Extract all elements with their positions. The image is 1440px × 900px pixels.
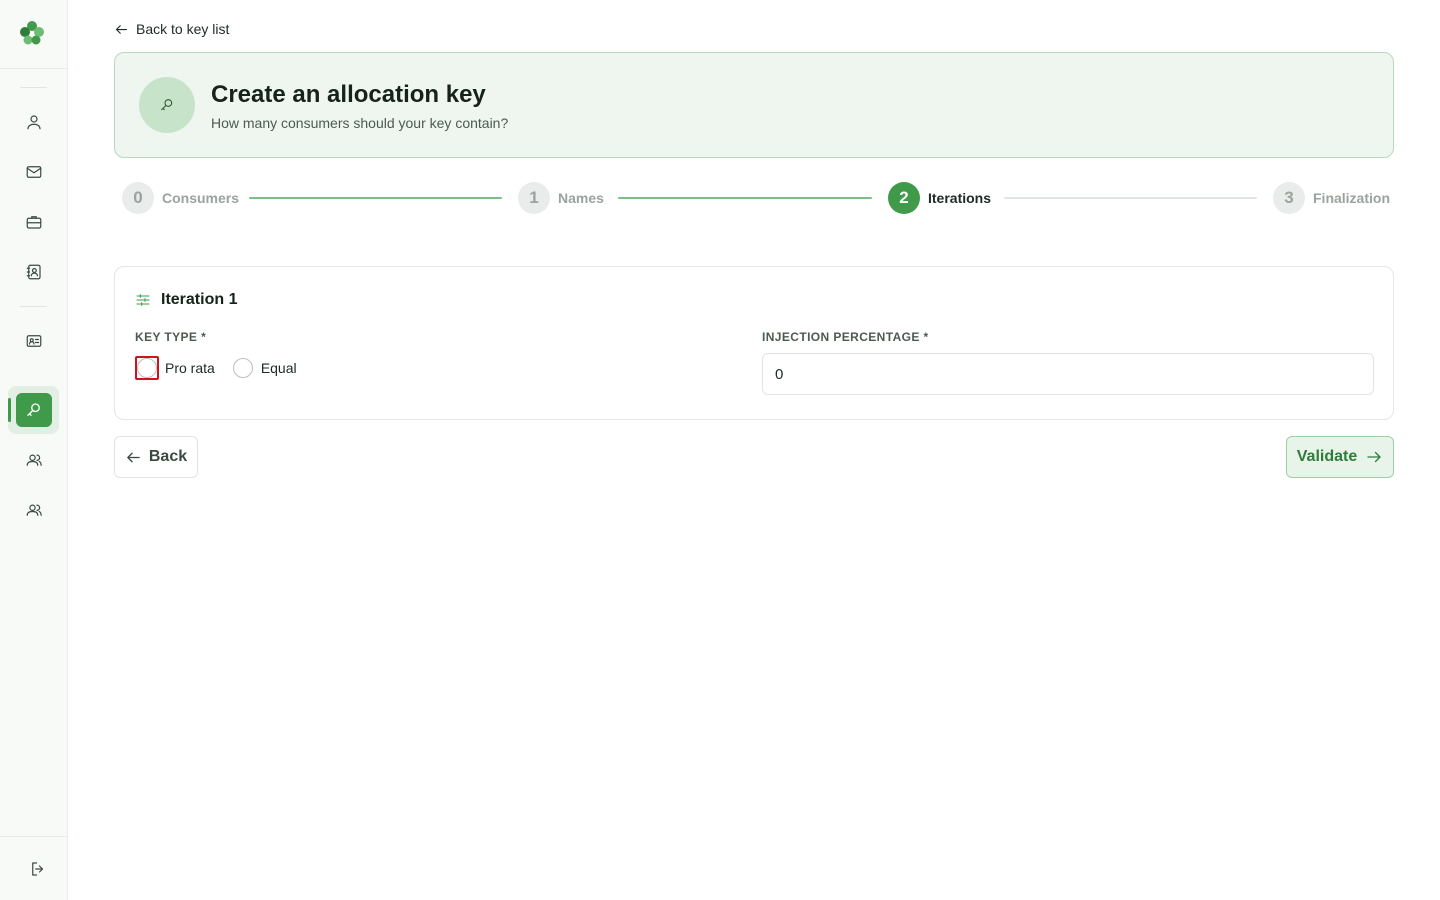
step-number: 2 — [888, 182, 920, 214]
arrow-right-icon — [1367, 451, 1381, 463]
sidebar-item-id-card[interactable] — [20, 327, 48, 355]
validate-button-label: Validate — [1296, 448, 1358, 465]
page-title: Create an allocation key — [211, 81, 486, 108]
iteration-title-label: Iteration 1 — [161, 291, 238, 308]
sidebar-divider — [0, 836, 68, 837]
focus-outline — [135, 356, 159, 380]
radio-button[interactable] — [232, 358, 253, 378]
back-button[interactable]: Back — [114, 436, 198, 478]
user-icon — [27, 115, 41, 130]
page-subtitle: How many consumers should your key conta… — [211, 115, 509, 131]
clover-logo-icon[interactable] — [17, 18, 47, 48]
sliders-icon — [136, 294, 150, 306]
step-connector — [1004, 197, 1257, 199]
iteration-card: Iteration 1 KEY TYPE * Pro rata Equal IN… — [114, 266, 1394, 420]
back-link-label: Back to key list — [136, 21, 230, 37]
step-number: 3 — [1273, 182, 1305, 214]
radio-label: Pro rata — [165, 360, 215, 376]
logout-icon — [32, 862, 44, 876]
key-type-radio-group: Pro rata Equal — [135, 356, 313, 380]
back-button-label: Back — [148, 448, 188, 465]
step-consumers[interactable]: 0 Consumers — [122, 182, 239, 214]
step-names[interactable]: 1 Names — [518, 182, 604, 214]
step-connector — [249, 197, 502, 199]
mail-icon — [26, 166, 42, 178]
step-label: Finalization — [1313, 190, 1390, 206]
validate-button[interactable]: Validate — [1286, 436, 1394, 478]
logout-button[interactable] — [24, 855, 52, 883]
sidebar-active-indicator — [8, 398, 11, 422]
step-iterations[interactable]: 2 Iterations — [888, 182, 991, 214]
sidebar-divider — [20, 87, 47, 88]
arrow-left-icon — [127, 452, 140, 462]
sidebar-item-contacts[interactable] — [20, 258, 48, 286]
sidebar-item-users[interactable] — [20, 446, 48, 474]
stepper: 0 Consumers 1 Names 2 Iterations 3 Final… — [114, 182, 1394, 216]
radio-equal[interactable]: Equal — [231, 356, 297, 380]
users-icon — [26, 454, 42, 466]
page-header-card: Create an allocation key How many consum… — [114, 52, 1394, 158]
step-label: Consumers — [162, 190, 240, 206]
injection-percentage-input[interactable]: 0 — [762, 353, 1374, 395]
id-card-icon — [26, 335, 42, 347]
step-label: Names — [558, 190, 604, 206]
step-connector — [618, 197, 872, 199]
contact-book-icon — [26, 264, 41, 280]
sidebar-divider — [0, 68, 68, 69]
sidebar-item-allocation-keys[interactable] — [16, 393, 52, 427]
step-number: 0 — [122, 182, 154, 214]
arrow-left-icon — [115, 24, 128, 34]
iteration-title: Iteration 1 — [135, 291, 237, 309]
radio-wrapper — [231, 356, 255, 380]
sidebar — [0, 0, 68, 900]
sidebar-item-briefcase[interactable] — [20, 208, 48, 236]
step-finalization[interactable]: 3 Finalization — [1273, 182, 1390, 214]
sidebar-item-user[interactable] — [20, 108, 48, 136]
sidebar-item-mail[interactable] — [20, 158, 48, 186]
key-icon — [27, 403, 40, 416]
sidebar-item-groups[interactable] — [20, 496, 48, 524]
briefcase-icon — [26, 216, 42, 229]
header-icon-badge — [139, 77, 195, 133]
sidebar-divider — [20, 306, 47, 307]
key-type-label: KEY TYPE * — [135, 330, 207, 344]
injection-percentage-label: INJECTION PERCENTAGE * — [762, 330, 929, 344]
key-icon — [161, 99, 173, 111]
users-icon — [26, 504, 42, 516]
radio-label: Equal — [260, 360, 297, 376]
step-number: 1 — [518, 182, 550, 214]
back-to-key-list-link[interactable]: Back to key list — [114, 21, 229, 37]
radio-pro-rata[interactable]: Pro rata — [135, 356, 215, 380]
radio-button[interactable] — [137, 358, 157, 378]
step-label: Iterations — [928, 190, 992, 206]
